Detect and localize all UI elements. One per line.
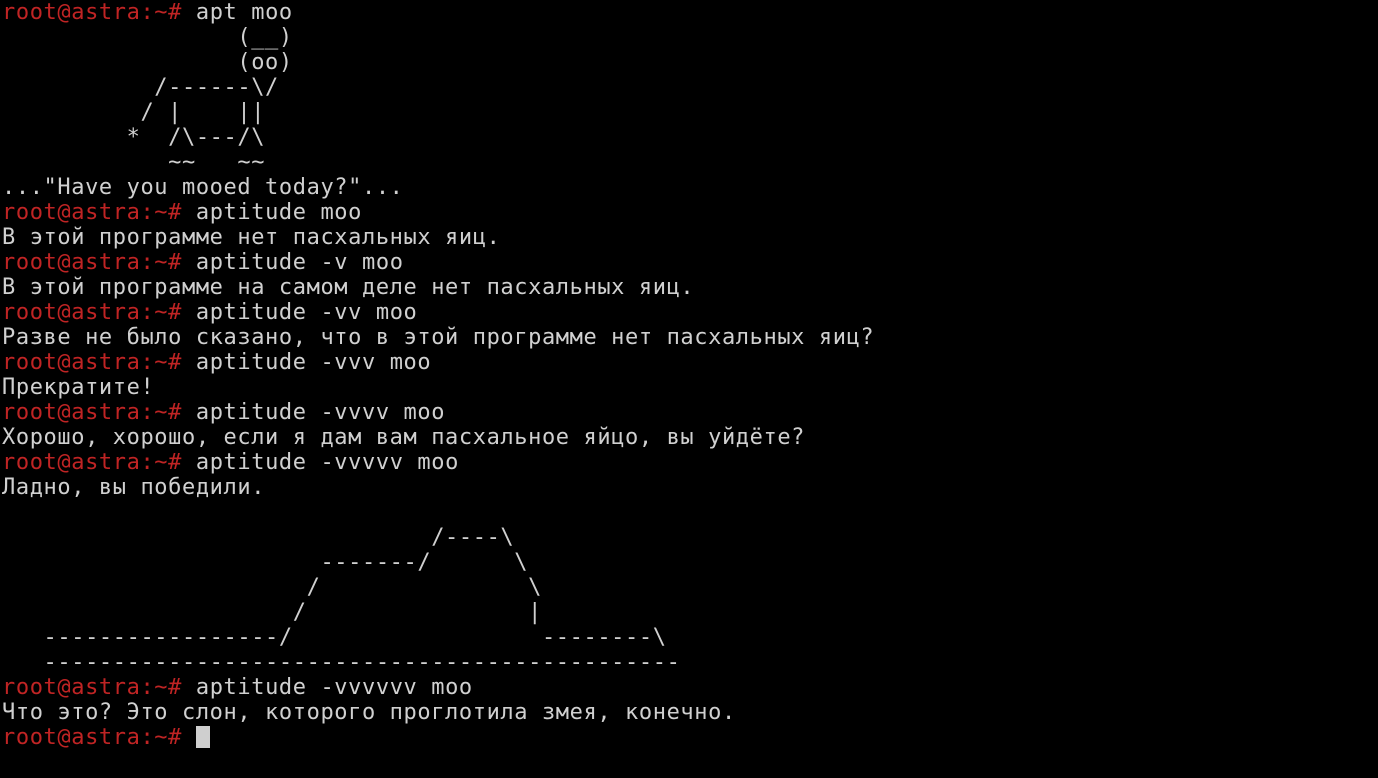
shell-prompt: root@astra:~#: [2, 400, 182, 425]
shell-prompt: root@astra:~#: [2, 0, 182, 25]
command-text: apt moo: [195, 0, 293, 25]
command-text: aptitude -vvvvvv moo: [195, 675, 473, 700]
prompt-line: root@astra:~# aptitude -vvvv moo: [2, 400, 1378, 425]
output-line: Ладно, вы победили.: [2, 475, 1378, 500]
output-text: ----------------------------------------…: [2, 650, 681, 675]
output-line: В этой программе на самом деле нет пасха…: [2, 275, 1378, 300]
output-text: Разве не было сказано, что в этой програ…: [2, 325, 875, 350]
output-line: -------/ \: [2, 550, 1378, 575]
output-line: / \: [2, 575, 1378, 600]
prompt-line: root@astra:~#: [2, 725, 1378, 750]
output-text: -------/ \: [2, 550, 529, 575]
output-line: (oo): [2, 50, 1378, 75]
command-text: aptitude -vvv moo: [195, 350, 432, 375]
output-text: Что это? Это слон, которого проглотила з…: [2, 700, 736, 725]
prompt-line: root@astra:~# aptitude -vvvvvv moo: [2, 675, 1378, 700]
shell-prompt: root@astra:~#: [2, 350, 182, 375]
shell-prompt: root@astra:~#: [2, 200, 182, 225]
output-text: В этой программе нет пасхальных яиц.: [2, 225, 501, 250]
prompt-line: root@astra:~# apt moo: [2, 0, 1378, 25]
command-text: aptitude -vv moo: [195, 300, 418, 325]
shell-prompt: root@astra:~#: [2, 675, 182, 700]
prompt-line: root@astra:~# aptitude -vv moo: [2, 300, 1378, 325]
command-text: aptitude moo: [195, 200, 363, 225]
output-line: Прекратите!: [2, 375, 1378, 400]
command-text: aptitude -vvvv moo: [195, 400, 446, 425]
output-line: (__): [2, 25, 1378, 50]
output-text: ~~ ~~: [2, 150, 266, 175]
output-text: /------\/: [2, 75, 279, 100]
shell-prompt: root@astra:~#: [2, 450, 182, 475]
prompt-line: root@astra:~# aptitude -vvv moo: [2, 350, 1378, 375]
output-line: -----------------/ --------\: [2, 625, 1378, 650]
output-line: ----------------------------------------…: [2, 650, 1378, 675]
shell-prompt: root@astra:~#: [2, 250, 182, 275]
prompt-line: root@astra:~# aptitude -vvvvv moo: [2, 450, 1378, 475]
output-text: Прекратите!: [2, 375, 155, 400]
output-line: / | ||: [2, 100, 1378, 125]
output-text: В этой программе на самом деле нет пасха…: [2, 275, 695, 300]
output-text: / | ||: [2, 100, 266, 125]
output-text: / \: [2, 575, 542, 600]
output-text: Хорошо, хорошо, если я дам вам пасхально…: [2, 425, 806, 450]
output-line: Хорошо, хорошо, если я дам вам пасхально…: [2, 425, 1378, 450]
command-text: aptitude -v moo: [195, 250, 404, 275]
output-text: / |: [2, 600, 542, 625]
terminal-window[interactable]: root@astra:~# apt moo (__) (oo) /------\…: [0, 0, 1378, 778]
output-text: * /\---/\: [2, 125, 266, 150]
output-text: Ладно, вы победили.: [2, 475, 266, 500]
output-line: / |: [2, 600, 1378, 625]
output-line: ~~ ~~: [2, 150, 1378, 175]
output-line: Разве не было сказано, что в этой програ…: [2, 325, 1378, 350]
output-text: (oo): [2, 50, 293, 75]
prompt-line: root@astra:~# aptitude moo: [2, 200, 1378, 225]
output-text: -----------------/ --------\: [2, 625, 667, 650]
text-cursor[interactable]: [195, 726, 210, 748]
command-text: aptitude -vvvvv moo: [195, 450, 459, 475]
output-line: * /\---/\: [2, 125, 1378, 150]
prompt-line: root@astra:~# aptitude -v moo: [2, 250, 1378, 275]
output-line: /------\/: [2, 75, 1378, 100]
output-line: В этой программе нет пасхальных яиц.: [2, 225, 1378, 250]
output-line: ..."Have you mooed today?"...: [2, 175, 1378, 200]
shell-prompt: root@astra:~#: [2, 725, 182, 750]
output-text: ..."Have you mooed today?"...: [2, 175, 404, 200]
output-text: /----\: [2, 525, 515, 550]
output-line: /----\: [2, 525, 1378, 550]
output-text: (__): [2, 25, 293, 50]
output-line: Что это? Это слон, которого проглотила з…: [2, 700, 1378, 725]
shell-prompt: root@astra:~#: [2, 300, 182, 325]
